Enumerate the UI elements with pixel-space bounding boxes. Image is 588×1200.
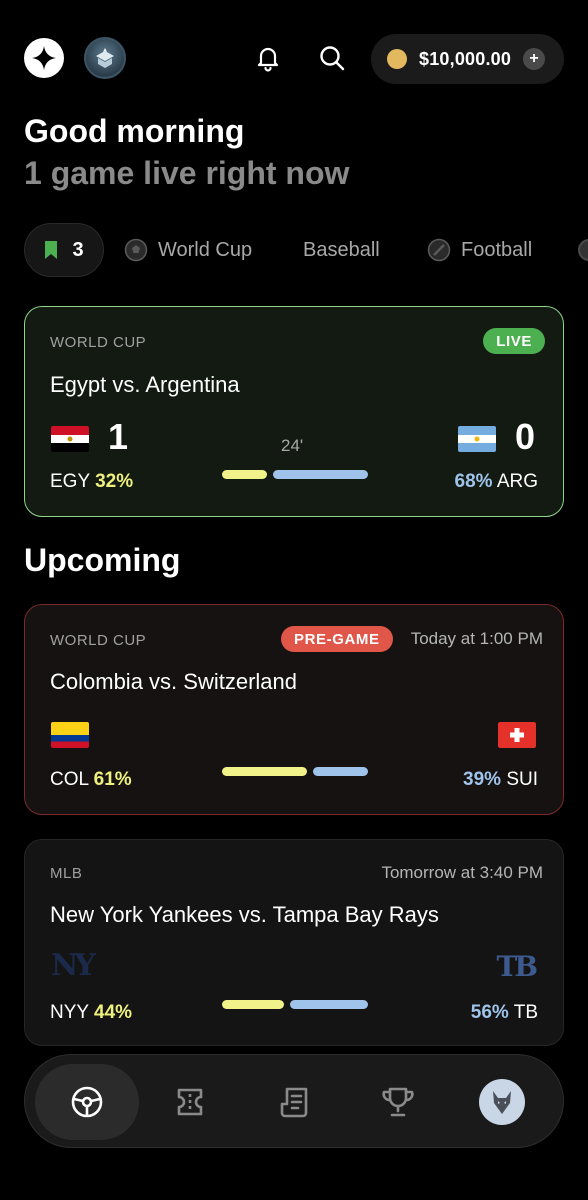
ticket-icon <box>177 1088 203 1116</box>
match-title: Colombia vs. Switzerland <box>50 669 297 694</box>
top-bar: $10,000.00 + <box>24 34 564 84</box>
away-probability-bar <box>273 470 368 479</box>
filter-label: Baseball <box>303 238 380 261</box>
home-probability-bar <box>222 1000 284 1009</box>
upcoming-game-card[interactable]: MLB Tomorrow at 3:40 PM New York Yankees… <box>24 839 564 1046</box>
home-probability: 32% <box>95 471 134 492</box>
match-title: New York Yankees vs. Tampa Bay Rays <box>50 902 439 927</box>
home-probability-bar <box>222 470 267 479</box>
pregame-badge: PRE-GAME <box>281 626 393 652</box>
home-probability: 44% <box>94 1002 133 1023</box>
away-score: 0 <box>515 416 536 457</box>
saved-filter-chip[interactable]: 3 <box>24 223 104 277</box>
filter-label: World Cup <box>158 238 253 261</box>
away-probability: 56% <box>470 1002 509 1023</box>
away-team-odds: 56% TB <box>471 1002 538 1024</box>
away-team-code: ARG <box>496 471 538 492</box>
search-icon[interactable] <box>316 42 348 74</box>
nav-home[interactable] <box>35 1064 139 1140</box>
home-probability-bar <box>222 767 307 776</box>
argentina-flag-icon <box>458 426 496 452</box>
match-minute: 24' <box>281 436 304 455</box>
league-label: WORLD CUP <box>50 632 147 649</box>
away-probability: 39% <box>463 769 502 790</box>
home-team-code: NYY <box>50 1002 89 1023</box>
bottom-navigation <box>24 1054 564 1148</box>
home-team-odds: COL 61% <box>50 769 132 791</box>
football-icon <box>427 238 451 262</box>
game-time: Tomorrow at 3:40 PM <box>381 863 543 882</box>
nav-leaderboard[interactable] <box>346 1064 450 1140</box>
live-badge: LIVE <box>483 328 545 354</box>
add-funds-button[interactable]: + <box>523 48 546 70</box>
filter-football[interactable]: Football <box>427 223 532 277</box>
profile-wolf-icon <box>479 1079 525 1125</box>
away-team-odds: 68% ARG <box>455 471 538 493</box>
away-probability-bar <box>290 1000 368 1009</box>
trophy-icon <box>382 1087 414 1117</box>
steering-icon <box>71 1086 103 1118</box>
balance-pill[interactable]: $10,000.00 + <box>371 34 564 84</box>
upcoming-game-card[interactable]: WORLD CUP PRE-GAME Today at 1:00 PM Colo… <box>24 604 564 815</box>
bookmark-icon <box>45 241 58 259</box>
yankees-logo-icon: NY <box>51 948 96 983</box>
greeting-title: Good morning <box>24 113 245 149</box>
news-icon <box>280 1087 308 1118</box>
league-label: WORLD CUP <box>50 334 147 351</box>
soccer-ball-icon <box>124 238 148 262</box>
saved-count: 3 <box>72 238 84 261</box>
home-score: 1 <box>108 416 129 457</box>
filter-baseball[interactable]: Baseball <box>303 223 380 277</box>
away-probability-bar <box>313 767 368 776</box>
filter-more[interactable] <box>578 223 588 277</box>
live-game-card[interactable]: WORLD CUP LIVE Egypt vs. Argentina 1 24'… <box>24 306 564 517</box>
home-team-odds: NYY 44% <box>50 1002 132 1024</box>
egypt-flag-icon <box>51 426 89 452</box>
away-team-odds: 39% SUI <box>463 769 538 791</box>
league-label: MLB <box>50 865 83 882</box>
coin-icon <box>387 49 407 69</box>
nav-news[interactable] <box>242 1064 346 1140</box>
upcoming-heading: Upcoming <box>24 542 181 578</box>
away-team-code: SUI <box>506 769 538 790</box>
home-team-code: EGY <box>50 471 90 492</box>
match-title: Egypt vs. Argentina <box>50 372 240 397</box>
filter-label: Football <box>461 238 533 261</box>
home-team-odds: EGY 32% <box>50 471 133 493</box>
filter-bar: 3 World Cup Baseball Football <box>24 223 588 277</box>
home-team-code: COL <box>50 769 89 790</box>
colombia-flag-icon <box>51 722 89 748</box>
balance-amount: $10,000.00 <box>419 48 512 69</box>
away-team-code: TB <box>513 1002 538 1023</box>
ball-icon <box>578 239 588 261</box>
home-probability: 61% <box>93 769 132 790</box>
nav-profile[interactable] <box>450 1064 554 1140</box>
greeting-subtitle: 1 game live right now <box>24 155 350 191</box>
nav-tickets[interactable] <box>138 1064 242 1140</box>
bell-icon[interactable] <box>252 42 284 74</box>
switzerland-flag-icon <box>498 722 536 748</box>
game-time: Today at 1:00 PM <box>410 629 543 648</box>
away-probability: 68% <box>454 471 493 492</box>
filter-world-cup[interactable]: World Cup <box>124 223 252 277</box>
logo-icon[interactable] <box>24 38 64 78</box>
app-avatar-icon[interactable] <box>84 37 126 79</box>
rays-logo-icon: TB <box>496 950 537 983</box>
